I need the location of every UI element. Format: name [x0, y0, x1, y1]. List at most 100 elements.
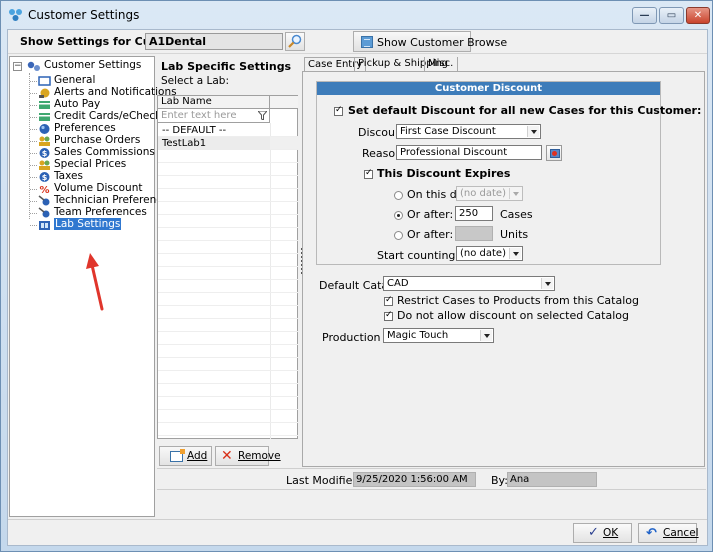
empty-row [158, 345, 298, 358]
or-after-cases-label: Or after: [407, 208, 454, 221]
credit-card-icon [39, 101, 50, 109]
remove-lab-button[interactable]: ✕ Remove [215, 446, 281, 466]
no-discount-catalog-label: Do not allow discount on selected Catalo… [397, 309, 629, 322]
on-this-date-radio[interactable] [394, 191, 403, 200]
chevron-down-icon [509, 248, 521, 259]
or-after-units-radio[interactable] [394, 231, 403, 240]
filter-icon[interactable] [258, 111, 267, 120]
empty-row [158, 423, 298, 436]
discount-dropdown[interactable]: First Case Discount [396, 124, 541, 139]
chevron-down-icon [541, 278, 553, 289]
start-counting-dropdown[interactable]: (no date) [456, 246, 523, 261]
tree-connector [30, 225, 37, 226]
tree-item-label: Volume Discount [54, 182, 143, 194]
lab-row[interactable]: -- DEFAULT -- [158, 124, 298, 137]
or-after-cases-radio[interactable] [394, 211, 403, 220]
close-button[interactable]: ✕ [686, 7, 710, 24]
empty-row [158, 163, 298, 176]
discount-value: First Case Discount [400, 126, 496, 137]
tree-item-label: Taxes [54, 170, 83, 182]
tree-connector [30, 141, 37, 142]
empty-row [158, 189, 298, 202]
lab-name-cell: TestLab1 [162, 138, 207, 149]
lab-name-column-header[interactable]: Lab Name [158, 96, 270, 109]
lab-specific-settings-panel: Lab Specific Settings Select a Lab: Lab … [157, 56, 300, 475]
lab-grid-rows: -- DEFAULT -- TestLab1 [158, 124, 298, 436]
reason-picker-button[interactable] [546, 145, 562, 161]
users-icon [39, 136, 50, 146]
lab-row[interactable]: TestLab1 [158, 137, 298, 150]
dollar-icon: $ [39, 172, 50, 182]
modified-by-value: Ana [507, 472, 597, 487]
filter-placeholder: Enter text here [161, 110, 237, 121]
start-counting-value: (no date) [460, 248, 506, 259]
production-lab-value: Magic Touch [387, 330, 449, 341]
lab-panel-title: Lab Specific Settings [161, 60, 292, 73]
tab-misc[interactable]: Misc. [424, 57, 458, 71]
add-lab-button[interactable]: Add [159, 446, 212, 466]
title-bar: Customer Settings — ▭ ✕ [1, 1, 712, 29]
by-label: By: [491, 474, 508, 487]
empty-row [158, 176, 298, 189]
empty-row [158, 150, 298, 163]
tree-connector [30, 201, 37, 202]
empty-row [158, 410, 298, 423]
restrict-catalog-checkbox[interactable] [384, 295, 393, 306]
collapse-icon[interactable]: − [13, 62, 22, 71]
tree-item-label: General [54, 74, 96, 86]
no-discount-catalog-checkbox[interactable] [384, 310, 393, 321]
units-unit-label: Units [500, 228, 529, 241]
annotation-arrow [86, 253, 104, 311]
customer-discount-group: Customer Discount Set default Discount f… [316, 81, 701, 265]
customer-settings-window: Customer Settings — ▭ ✕ Show Settings fo… [0, 0, 713, 552]
tree-item-lab-settings[interactable]: Lab Settings [38, 218, 150, 231]
remove-label: Remove [238, 450, 281, 462]
cases-count-input[interactable]: 250 [455, 206, 493, 221]
expiry-date-value: (no date) [460, 188, 506, 199]
tree-connector [30, 165, 37, 166]
grid-icon [361, 36, 373, 48]
tree-connector [30, 153, 37, 154]
settings-tree: − Customer Settings General Alerts and No… [9, 56, 177, 517]
svg-text:%: % [39, 185, 49, 195]
expiry-date-dropdown[interactable]: (no date) [456, 186, 523, 201]
empty-row [158, 293, 298, 306]
empty-row [158, 254, 298, 267]
tree-connector [30, 93, 37, 94]
tree-connector [30, 177, 37, 178]
lab-filter-input[interactable]: Enter text here [158, 109, 270, 123]
customer-input[interactable]: A1Dental [145, 33, 283, 50]
tree-item-label: Auto Pay [54, 98, 101, 110]
ok-button[interactable]: ✓ OK [573, 523, 632, 543]
tree-item-label: Credit Cards/eChecks [54, 110, 167, 122]
empty-row [158, 371, 298, 384]
tree-item-label: Special Prices [54, 158, 127, 170]
minimize-button[interactable]: — [632, 7, 657, 24]
ok-label: OK [603, 527, 619, 539]
status-bar: Last Modified On: 9/25/2020 1:56:00 AM B… [157, 468, 706, 490]
customer-search-button[interactable] [285, 32, 305, 51]
production-lab-dropdown[interactable]: Magic Touch [383, 328, 494, 343]
empty-row [158, 397, 298, 410]
show-customer-browse-button[interactable]: Show Customer Browse [353, 31, 507, 52]
credit-card-icon [39, 113, 50, 121]
tree-connector [29, 73, 30, 219]
lab-grid: Lab Name Enter text here -- DEFAULT -- Te… [157, 95, 298, 439]
tree-connector [30, 129, 37, 130]
reason-input[interactable]: Professional Discount [396, 145, 542, 160]
discount-expires-checkbox[interactable] [364, 168, 373, 179]
empty-row [158, 215, 298, 228]
chevron-down-icon [527, 126, 539, 137]
cancel-button[interactable]: ↶ Cancel [638, 523, 699, 543]
default-catalog-dropdown[interactable]: CAD [383, 276, 555, 291]
add-label: Add [187, 450, 208, 462]
or-after-units-label: Or after: [407, 228, 454, 241]
maximize-button[interactable]: ▭ [659, 7, 684, 24]
units-count-input[interactable] [455, 226, 493, 241]
set-default-discount-checkbox[interactable] [334, 105, 343, 116]
empty-row [158, 332, 298, 345]
cases-unit-label: Cases [500, 208, 533, 221]
chevron-down-icon [509, 188, 521, 199]
empty-row [158, 228, 298, 241]
dollar-icon: $ [39, 148, 50, 158]
